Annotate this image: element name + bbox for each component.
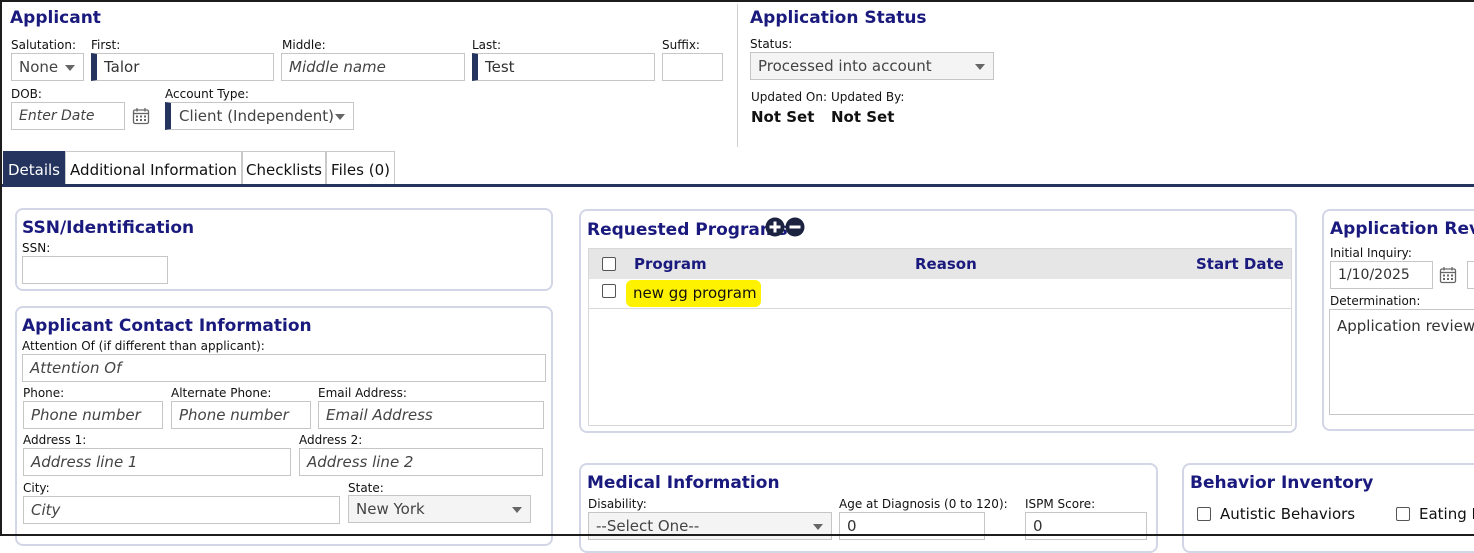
tab-files[interactable]: Files (0) [326,151,395,185]
col-program[interactable]: Program [634,255,707,273]
ssn-label: SSN: [22,241,51,255]
calendar-icon[interactable] [1439,266,1457,284]
chevron-down-icon [335,114,345,120]
status-value: Processed into account [758,57,932,75]
address1-label: Address 1: [23,433,87,447]
header-divider [737,4,738,147]
updated-on-value: Not Set [751,108,815,126]
alt-phone-input[interactable]: Phone number [171,401,311,429]
tab-checklists[interactable]: Checklists [242,151,326,185]
address2-label: Address 2: [299,433,363,447]
tab-details[interactable]: Details [3,151,65,185]
contact-title: Applicant Contact Information [22,316,312,336]
attention-input[interactable]: Attention Of [22,354,546,382]
email-label: Email Address: [318,386,407,400]
dob-label: DOB: [11,87,42,101]
suffix-input[interactable] [662,53,723,81]
state-select[interactable]: New York [348,495,531,523]
applicant-title: Applicant [10,8,101,28]
ssn-input[interactable] [22,256,168,284]
age-at-diagnosis-label: Age at Diagnosis (0 to 120): [839,497,1008,511]
row-checkbox[interactable] [602,284,616,298]
updated-on-label: Updated On: [751,90,827,104]
tab-bar-line [2,184,1474,187]
autistic-behaviors-checkbox[interactable] [1197,507,1211,521]
disability-label: Disability: [588,497,647,511]
chevron-down-icon [813,524,823,530]
chevron-down-icon [65,65,75,71]
select-all-checkbox[interactable] [602,257,616,271]
review-second-input[interactable] [1467,261,1474,289]
address1-input[interactable]: Address line 1 [23,448,291,476]
phone-label: Phone: [23,386,65,400]
eating-disorder-checkbox[interactable] [1396,507,1410,521]
last-name-label: Last: [472,38,502,52]
eating-disorder-label: Eating D [1419,505,1474,523]
city-label: City: [23,481,50,495]
ispm-score-label: ISPM Score: [1025,497,1096,511]
add-program-icon[interactable] [765,217,785,237]
city-input[interactable]: City [23,496,340,524]
initial-inquiry-input[interactable]: 1/10/2025 [1330,261,1433,289]
account-type-select[interactable]: Client (Independent) [165,102,354,130]
account-type-label: Account Type: [165,87,249,101]
program-name-cell: new gg program [633,284,757,302]
disability-value: --Select One-- [596,517,700,535]
phone-input[interactable]: Phone number [23,401,163,429]
remove-program-icon[interactable] [785,217,805,237]
middle-name-input[interactable]: Middle name [281,53,465,81]
state-value: New York [356,500,425,518]
middle-name-label: Middle: [282,38,326,52]
application-review-title: Application Revie [1330,219,1474,239]
alt-phone-label: Alternate Phone: [171,386,272,400]
application-status-title: Application Status [750,8,927,28]
salutation-label: Salutation: [11,38,76,52]
dob-input[interactable]: Enter Date [11,102,125,130]
salutation-value: None [19,58,59,76]
behavior-title: Behavior Inventory [1190,473,1374,493]
initial-inquiry-label: Initial Inquiry: [1330,246,1412,260]
calendar-icon[interactable] [132,107,150,125]
account-type-value: Client (Independent) [179,107,334,125]
updated-by-value: Not Set [831,108,895,126]
requested-programs-title: Requested Programs [587,220,788,240]
status-select[interactable]: Processed into account [750,52,994,80]
last-name-input[interactable]: Test [472,53,655,81]
col-start-date[interactable]: Start Date [1196,255,1284,273]
suffix-label: Suffix: [662,38,700,52]
salutation-select[interactable]: None [11,53,84,81]
tab-additional-information[interactable]: Additional Information [65,151,242,185]
updated-by-label: Updated By: [831,90,905,104]
email-input[interactable]: Email Address [318,401,544,429]
determination-textarea[interactable]: Application review [1329,309,1474,415]
first-name-label: First: [91,38,121,52]
medical-title: Medical Information [587,473,780,493]
first-name-input[interactable]: Talor [91,53,274,81]
col-reason[interactable]: Reason [915,255,977,273]
determination-label: Determination: [1330,294,1421,308]
chevron-down-icon [512,507,522,513]
attention-label: Attention Of (if different than applican… [22,339,265,353]
address2-input[interactable]: Address line 2 [299,448,543,476]
state-label: State: [348,481,384,495]
autistic-behaviors-label: Autistic Behaviors [1220,505,1356,523]
status-label: Status: [750,37,793,51]
ssn-title: SSN/Identification [22,218,195,238]
chevron-down-icon [975,64,985,70]
